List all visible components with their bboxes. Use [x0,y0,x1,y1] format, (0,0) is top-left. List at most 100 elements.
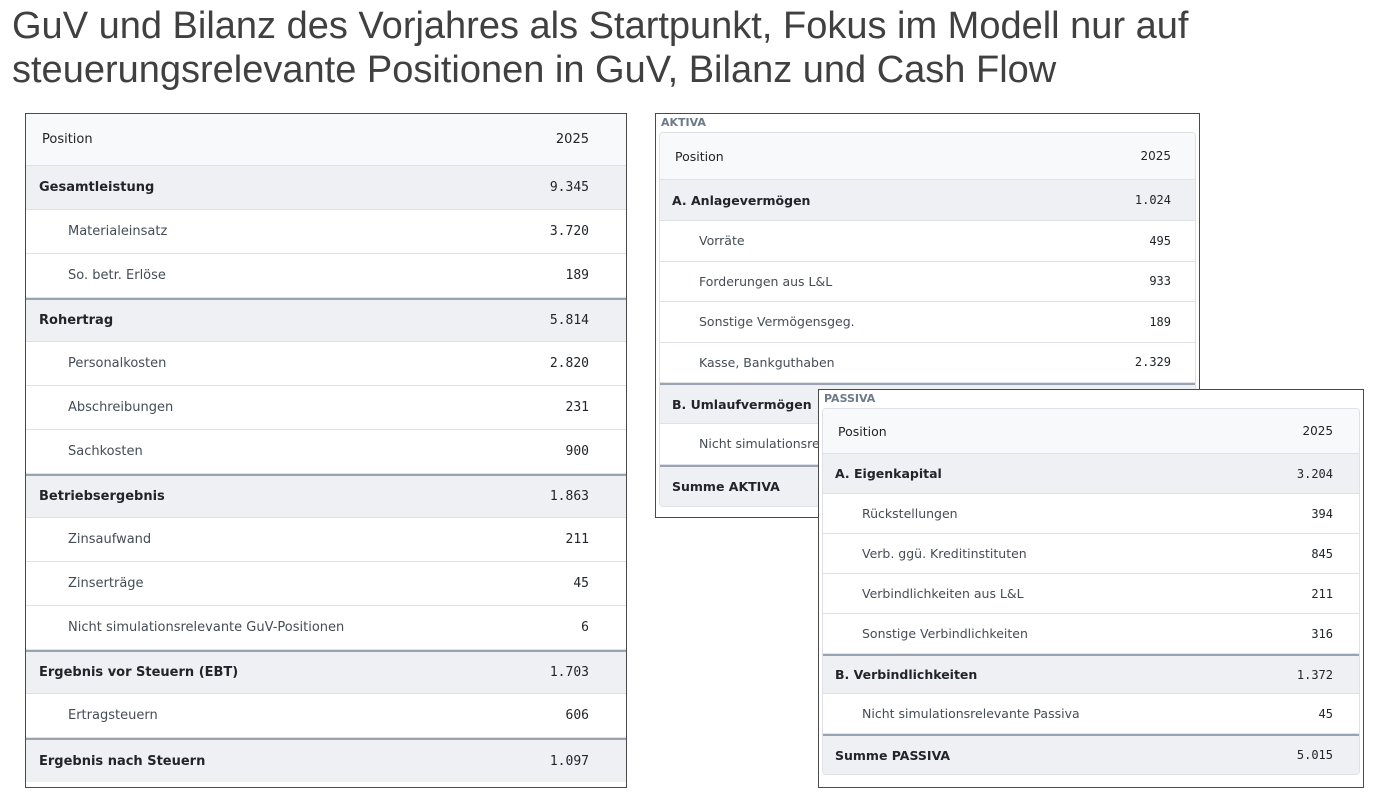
row-label: So. betr. Erlöse [68,268,166,283]
table-row: Zinserträge 45 [26,562,626,606]
table-row: Forderungen aus L&L 933 [660,262,1195,302]
table-row: Rohertrag 5.814 [26,298,626,342]
row-value: 933 [1149,274,1171,289]
row-label: Ergebnis nach Steuern [39,753,206,769]
row-value: 211 [565,532,589,547]
row-label: Betriebsergebnis [39,489,165,504]
column-header-position: Position [838,423,887,439]
table-row: Betriebsergebnis 1.863 [26,474,626,518]
table-row: Verb. ggü. Kreditinstituten 845 [823,534,1359,574]
row-value: 5.814 [549,313,589,328]
row-value: 900 [565,444,589,459]
row-label: Zinsaufwand [68,532,152,547]
row-value: 606 [565,708,589,723]
aktiva-title: AKTIVA [661,116,706,129]
guv-table-panel: Position 2025 Gesamtleistung 9.345 Mater… [25,113,627,788]
row-value: 3.720 [549,224,589,239]
column-header-position: Position [675,148,724,164]
passiva-title: PASSIVA [824,392,876,405]
row-value: 1.372 [1296,667,1333,682]
row-value: 45 [573,576,589,591]
row-value: 2.820 [549,356,589,371]
row-label: Sonstige Vermögensgeg. [699,314,855,330]
table-header: Position 2025 [26,114,626,166]
row-label: B. Verbindlichkeiten [835,667,978,682]
table-header: Position 2025 [823,409,1359,454]
table-row: Ergebnis vor Steuern (EBT) 1.703 [26,650,626,694]
row-value: 189 [1149,314,1171,329]
table-row: Gesamtleistung 9.345 [26,166,626,210]
row-label: Nicht simulationsrelevante GuV-Positione… [68,620,345,635]
row-label: Nicht simulationsrelevante Passiva [862,706,1080,721]
table-row: A. Eigenkapital 3.204 [823,454,1359,494]
row-label: A. Eigenkapital [835,466,942,481]
row-label: Summe AKTIVA [672,478,780,494]
row-value: 2.329 [1134,355,1171,370]
table-row: Kasse, Bankguthaben 2.329 [660,343,1195,383]
row-value: 1.703 [549,665,589,680]
row-label: A. Anlagevermögen [672,192,811,208]
table-row: Sachkosten 900 [26,430,626,474]
row-label: Verb. ggü. Kreditinstituten [862,546,1027,561]
table-row: Sonstige Verbindlichkeiten 316 [823,614,1359,654]
row-label: Ertragsteuern [68,708,158,723]
row-label: Abschreibungen [68,400,174,415]
row-label: Personalkosten [68,356,167,371]
row-value: 6 [581,620,589,635]
row-label: Kasse, Bankguthaben [699,354,835,370]
row-label: Forderungen aus L&L [699,273,833,289]
row-label: B. Umlaufvermögen [672,396,812,412]
row-value: 1.863 [549,489,589,504]
column-header-year: 2025 [1140,149,1171,163]
row-label: Rückstellungen [862,506,958,521]
column-header-position: Position [42,132,93,147]
row-label: Rohertrag [39,313,114,328]
row-label: Sachkosten [68,444,143,459]
row-value: 189 [565,268,589,283]
table-row: Personalkosten 2.820 [26,342,626,386]
row-label: Zinserträge [68,576,144,591]
row-label: Gesamtleistung [39,180,155,195]
row-value: 394 [1311,506,1333,521]
row-label: Nicht simulationsrel [699,436,824,452]
table-row: Vorräte 495 [660,221,1195,262]
guv-table: Position 2025 Gesamtleistung 9.345 Mater… [26,114,626,782]
table-row: Rückstellungen 394 [823,494,1359,534]
table-row: Verbindlichkeiten aus L&L 211 [823,574,1359,614]
row-value: 1.097 [549,753,589,769]
row-value: 845 [1311,546,1333,561]
row-value: 5.015 [1296,748,1333,762]
column-header-year: 2025 [1302,424,1333,438]
slide-title: GuV und Bilanz des Vorjahres als Startpu… [12,4,1188,92]
row-label: Vorräte [699,233,745,249]
row-value: 495 [1149,233,1171,248]
row-value: 231 [565,400,589,415]
row-value: 211 [1311,586,1333,601]
row-value: 45 [1318,706,1333,721]
row-value: 3.204 [1296,466,1333,481]
table-row: A. Anlagevermögen 1.024 [660,180,1195,221]
row-label: Materialeinsatz [68,224,168,239]
slide-title-line-2: steuerungsrelevante Positionen in GuV, B… [12,49,1057,91]
slide-title-line-1: GuV und Bilanz des Vorjahres als Startpu… [12,5,1189,47]
table-row: Ergebnis nach Steuern 1.097 [26,738,626,782]
passiva-table-panel: PASSIVA Position 2025 A. Eigenkapital 3.… [818,389,1364,788]
row-value: 9.345 [549,180,589,195]
table-row: Sonstige Vermögensgeg. 189 [660,302,1195,343]
table-row: Abschreibungen 231 [26,386,626,430]
column-header-year: 2025 [555,132,589,147]
row-label: Verbindlichkeiten aus L&L [862,586,1024,601]
row-label: Summe PASSIVA [835,747,951,763]
table-row: B. Verbindlichkeiten 1.372 [823,654,1359,694]
row-label: Ergebnis vor Steuern (EBT) [39,665,239,680]
row-label: Sonstige Verbindlichkeiten [862,626,1028,641]
table-row: Nicht simulationsrelevante Passiva 45 [823,694,1359,734]
table-row: Summe PASSIVA 5.015 [823,734,1359,774]
table-row: Materialeinsatz 3.720 [26,210,626,254]
table-row: Ertragsteuern 606 [26,694,626,738]
row-value: 316 [1311,626,1333,641]
table-row: Zinsaufwand 211 [26,518,626,562]
table-row: Nicht simulationsrelevante GuV-Positione… [26,606,626,650]
row-value: 1.024 [1134,193,1171,207]
table-header: Position 2025 [660,133,1195,180]
